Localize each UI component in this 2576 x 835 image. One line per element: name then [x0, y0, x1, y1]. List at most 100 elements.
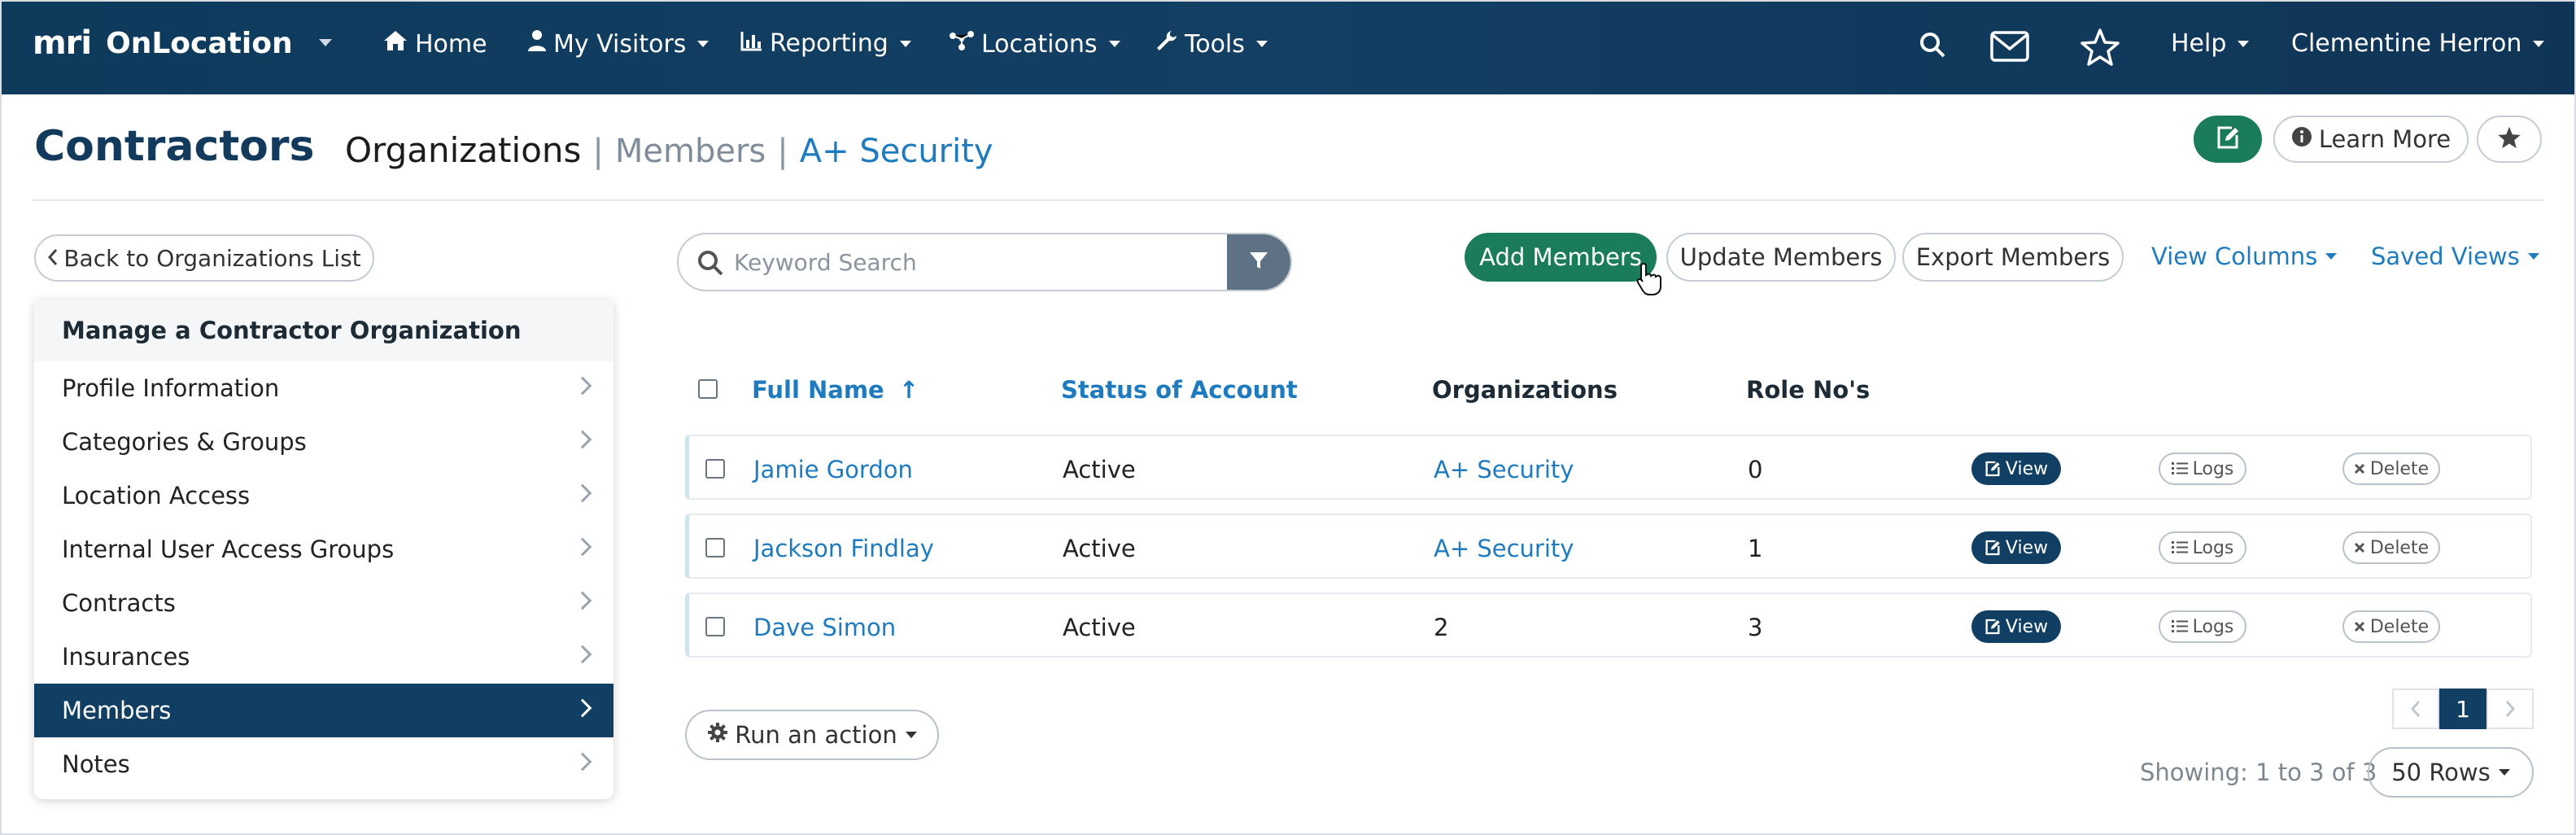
saved-views-dropdown[interactable]: Saved Views	[2371, 243, 2539, 270]
member-name-link[interactable]: Jamie Gordon	[753, 456, 913, 483]
logs-button[interactable]: Logs	[2159, 531, 2246, 564]
view-columns-dropdown[interactable]: View Columns	[2151, 243, 2338, 270]
nav-locations-label: Locations	[981, 29, 1098, 59]
add-members-button[interactable]: Add Members	[1465, 233, 1657, 282]
chevron-right-icon	[573, 483, 592, 503]
chevron-right-icon	[573, 591, 592, 610]
nav-reporting-label: Reporting	[770, 29, 889, 58]
wrench-icon	[1155, 29, 1178, 59]
nav-tools-label: Tools	[1185, 29, 1245, 59]
organization-link[interactable]: A+ Security	[1434, 456, 1574, 483]
view-button[interactable]: View	[1971, 452, 2061, 485]
column-header-full-name[interactable]: Full Name ↑	[752, 376, 919, 404]
delete-button[interactable]: Delete	[2342, 452, 2440, 485]
sidebar-item-internal-user-access-groups[interactable]: Internal User Access Groups	[34, 522, 613, 576]
star-icon[interactable]	[2080, 28, 2120, 70]
view-button[interactable]: View	[1971, 531, 2061, 564]
list-icon	[2171, 620, 2188, 632]
table-row: Dave Simon Active 2 3 View Logs Delete	[685, 592, 2532, 658]
row-checkbox[interactable]	[705, 459, 725, 479]
chevron-right-icon	[573, 376, 592, 396]
delete-label: Delete	[2369, 458, 2430, 479]
logs-button[interactable]: Logs	[2159, 610, 2246, 643]
sidebar-item-label: Location Access	[62, 482, 251, 509]
nav-locations[interactable]: Locations	[949, 29, 1120, 59]
list-icon	[2171, 541, 2188, 553]
header-divider	[33, 199, 2543, 201]
member-name-link[interactable]: Dave Simon	[753, 614, 896, 641]
nav-reporting[interactable]: Reporting	[740, 29, 911, 58]
logs-button[interactable]: Logs	[2159, 452, 2246, 485]
chevron-down-icon	[905, 732, 917, 738]
brand-logo[interactable]: mri OnLocation	[33, 24, 293, 62]
export-members-button[interactable]: Export Members	[1902, 233, 2124, 282]
sidebar-item-insurances[interactable]: Insurances	[34, 630, 613, 684]
chevron-down-icon	[2238, 40, 2250, 47]
row-checkbox[interactable]	[705, 538, 725, 557]
nav-home[interactable]: Home	[382, 29, 487, 59]
column-header-organizations: Organizations	[1432, 376, 1618, 404]
chevron-left-icon	[2410, 701, 2421, 717]
sidebar-item-notes[interactable]: Notes	[34, 737, 613, 791]
gear-icon	[707, 721, 728, 749]
breadcrumb-separator: |	[777, 133, 788, 170]
sidebar-item-members[interactable]: Members	[34, 684, 613, 737]
network-icon	[949, 29, 975, 59]
row-checkbox[interactable]	[705, 617, 725, 636]
sidebar-item-profile-information[interactable]: Profile Information	[34, 361, 613, 415]
search-input[interactable]	[679, 234, 1227, 290]
column-header-status[interactable]: Status of Account	[1061, 376, 1298, 404]
sidebar-item-contracts[interactable]: Contracts	[34, 576, 613, 630]
breadcrumb-organizations[interactable]: Organizations	[345, 130, 581, 170]
chevron-down-icon	[2527, 253, 2539, 260]
run-action-button[interactable]: Run an action	[685, 710, 939, 760]
rows-per-page-dropdown[interactable]: 50 Rows	[2368, 747, 2534, 798]
sidebar-item-location-access[interactable]: Location Access	[34, 469, 613, 522]
nav-my-visitors[interactable]: My Visitors	[527, 29, 709, 59]
update-members-button[interactable]: Update Members	[1666, 233, 1896, 282]
logs-label: Logs	[2192, 458, 2234, 479]
chevron-right-icon	[573, 430, 592, 449]
top-navigation-bar: mri OnLocation Home My Visitors Reportin…	[0, 0, 2576, 94]
learn-more-label: Learn More	[2318, 125, 2452, 153]
filter-button[interactable]	[1227, 234, 1290, 290]
sidebar-item-categories-groups[interactable]: Categories & Groups	[34, 415, 613, 469]
sidebar-item-label: Categories & Groups	[62, 428, 307, 456]
back-to-organizations-button[interactable]: Back to Organizations List	[34, 234, 374, 282]
nav-tools[interactable]: Tools	[1155, 29, 1268, 59]
add-members-label: Add Members	[1479, 243, 1642, 271]
member-name-link[interactable]: Jackson Findlay	[753, 535, 934, 562]
hand-cursor-icon	[1635, 262, 1663, 299]
previous-page-button[interactable]	[2392, 689, 2439, 729]
user-menu[interactable]: Clementine Herron	[2291, 29, 2545, 58]
view-label: View	[2005, 616, 2049, 637]
keyword-search	[677, 233, 1292, 291]
nav-help[interactable]: Help	[2171, 29, 2250, 58]
chevron-right-icon	[573, 537, 592, 557]
favorite-button[interactable]	[2477, 116, 2542, 163]
delete-label: Delete	[2369, 537, 2430, 558]
chevron-down-icon	[899, 40, 911, 47]
mail-icon[interactable]	[1990, 31, 2029, 65]
breadcrumb-organization-name[interactable]: A+ Security	[800, 133, 993, 170]
delete-button[interactable]: Delete	[2342, 610, 2440, 643]
info-icon	[2291, 125, 2312, 153]
chevron-right-icon	[573, 645, 592, 664]
nav-home-label: Home	[415, 29, 487, 59]
edit-icon	[1985, 540, 2000, 556]
search-icon[interactable]	[1919, 31, 1946, 62]
learn-more-button[interactable]: Learn More	[2273, 116, 2469, 163]
export-members-label: Export Members	[1915, 243, 2111, 271]
delete-button[interactable]: Delete	[2342, 531, 2440, 564]
select-all-checkbox[interactable]	[698, 379, 718, 399]
breadcrumb: Organizations | Members | A+ Security	[345, 130, 993, 170]
page-title: Contractors	[34, 122, 315, 171]
organization-link[interactable]: A+ Security	[1434, 535, 1574, 562]
page-number[interactable]: 1	[2439, 689, 2486, 729]
brand-dropdown-caret[interactable]	[319, 39, 332, 46]
next-page-button[interactable]	[2486, 689, 2534, 729]
rows-per-page-label: 50 Rows	[2391, 758, 2491, 786]
sidebar-item-label: Notes	[62, 750, 130, 778]
view-button[interactable]: View	[1971, 610, 2061, 643]
edit-button[interactable]	[2194, 116, 2262, 163]
